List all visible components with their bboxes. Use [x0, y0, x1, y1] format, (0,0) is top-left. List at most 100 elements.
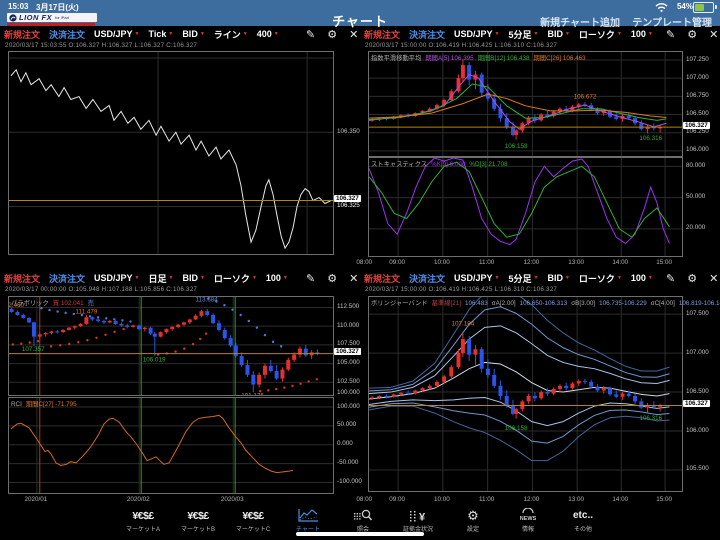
dock-item-news[interactable]: NEWS情報 [502, 508, 554, 533]
pair-dropdown[interactable]: USD/JPY▼ [454, 273, 499, 283]
market-a-icon: ¥€$£ [117, 508, 169, 523]
axis-label: 50.000 [686, 193, 705, 200]
axis-label: 106.350 [337, 128, 360, 135]
dock-item-market-b[interactable]: ¥€$£マーケットB [172, 508, 224, 533]
dock-item-inquiry[interactable]: 照会 [337, 508, 389, 533]
caret-down-icon: ▼ [200, 31, 205, 37]
time-axis-label: 08:00 [349, 259, 379, 266]
chart-type-dropdown[interactable]: ローソク▼ [214, 272, 257, 285]
dock-item-market-a[interactable]: ¥€$£マーケットA [117, 508, 169, 533]
inquiry-icon [337, 508, 389, 523]
bar-count-dropdown[interactable]: 100▼ [631, 273, 653, 283]
axis-label: 50.000 [337, 421, 356, 428]
pair-dropdown[interactable]: USD/JPY▼ [94, 29, 139, 39]
chart-type-dropdown[interactable]: ローソク▼ [579, 272, 622, 285]
chart-1-toolbar-icons: ✎ ⚙ ✕ [306, 27, 358, 41]
side-dropdown[interactable]: BID▼ [547, 273, 569, 283]
current-price-box: 106.327 [683, 400, 710, 407]
bar-count-dropdown[interactable]: 100▼ [631, 29, 653, 39]
chart-3-sub-plot[interactable] [8, 397, 334, 494]
close-chart-icon[interactable]: ✕ [349, 272, 358, 285]
axis-label: 107.000 [686, 74, 709, 81]
dock-label: その他 [557, 524, 609, 533]
new-order-button[interactable]: 新規注文 [364, 272, 400, 285]
chart-2-main-plot[interactable]: 106.672106.158106.316 [368, 51, 683, 157]
chart-3-ohlc-info: 2020/03/17 00:00:00 O:105.948 H:107.188 … [5, 286, 197, 293]
timeframe-dropdown[interactable]: Tick▼ [149, 29, 174, 39]
top-bar: 15:03 3月17日(火) 54% LION FX for iPad チャート… [0, 0, 720, 26]
caret-down-icon: ▼ [617, 31, 622, 37]
axis-label: -50.000 [337, 459, 358, 466]
dock-item-settings[interactable]: ⚙設定 [447, 508, 499, 533]
bar-count-dropdown[interactable]: 100▼ [266, 273, 288, 283]
chart-settings-icon[interactable]: ⚙ [687, 272, 697, 285]
close-order-button[interactable]: 決済注文 [49, 272, 85, 285]
axis-label: 100.000 [337, 403, 360, 410]
chart-1-toolbar: 新規注文決済注文 USD/JPY▼ Tick▼ BID▼ ライン▼ 400▼ [4, 27, 304, 41]
timeframe-dropdown[interactable]: 5分足▼ [509, 272, 539, 285]
close-order-button[interactable]: 決済注文 [409, 28, 445, 41]
axis-label: 106.750 [686, 92, 709, 99]
new-order-button[interactable]: 新規注文 [4, 272, 40, 285]
close-order-button[interactable]: 決済注文 [409, 272, 445, 285]
edit-chart-icon[interactable]: ✎ [306, 28, 315, 41]
side-dropdown[interactable]: BID▼ [182, 273, 204, 283]
chart-3-main-plot[interactable]: 112.460111.479107.357113.684106.019101.1… [8, 296, 334, 396]
chart-4-toolbar-icons: ✎ ⚙ ✕ [666, 271, 718, 285]
side-dropdown[interactable]: BID▼ [182, 29, 204, 39]
close-order-button[interactable]: 決済注文 [49, 28, 85, 41]
battery-percent: 54% [677, 2, 693, 11]
market-b-icon: ¥€$£ [172, 508, 224, 523]
edit-chart-icon[interactable]: ✎ [666, 28, 675, 41]
time-axis-label: 09:00 [382, 496, 412, 503]
chart-type-dropdown[interactable]: ローソク▼ [579, 28, 622, 41]
chart-settings-icon[interactable]: ⚙ [687, 28, 697, 41]
edit-chart-icon[interactable]: ✎ [306, 272, 315, 285]
edit-chart-icon[interactable]: ✎ [666, 272, 675, 285]
price-annotation: 106.316 [639, 415, 662, 422]
chart-4-main-plot[interactable]: 107.184106.158106.316 [368, 296, 683, 492]
time-axis-label: 11:00 [472, 259, 502, 266]
caret-down-icon: ▼ [283, 275, 288, 281]
pair-dropdown[interactable]: USD/JPY▼ [94, 273, 139, 283]
home-indicator[interactable] [296, 532, 424, 536]
new-order-button[interactable]: 新規注文 [364, 28, 400, 41]
caret-down-icon: ▼ [495, 31, 500, 37]
dock-label: 設定 [447, 524, 499, 533]
dock-item-others[interactable]: etc..その他 [557, 508, 609, 533]
axis-label: 0.000 [337, 440, 353, 447]
dock-item-margin-status[interactable]: ¥証拠金状況 [392, 508, 444, 533]
time-axis-label: 09:00 [382, 259, 412, 266]
chart-1-main-plot[interactable] [8, 51, 334, 255]
side-dropdown[interactable]: BID▼ [547, 29, 569, 39]
pair-dropdown[interactable]: USD/JPY▼ [454, 29, 499, 39]
chart-settings-icon[interactable]: ⚙ [327, 272, 337, 285]
current-price-box: 106.327 [334, 195, 361, 202]
axis-label: -100.000 [337, 478, 362, 485]
axis-label: 106.000 [686, 146, 709, 153]
chart-settings-icon[interactable]: ⚙ [327, 28, 337, 41]
margin-status-icon: ¥ [392, 508, 444, 523]
chart-2-sub-indicator-readout: ストキャスティクス%K[9] 6.000%D[3] 21.708 [371, 159, 512, 168]
timeframe-dropdown[interactable]: 日足▼ [149, 272, 174, 285]
time-axis-label: 14:00 [605, 496, 635, 503]
chart-1-ohlc-info: 2020/03/17 15:03:55 O:106.327 H:106.327 … [5, 42, 197, 49]
chart-type-dropdown[interactable]: ライン▼ [214, 28, 248, 41]
dock-label: マーケットA [117, 524, 169, 533]
caret-down-icon: ▼ [565, 31, 570, 37]
new-order-button[interactable]: 新規注文 [4, 28, 40, 41]
chart-2-sub-plot[interactable] [368, 157, 683, 257]
time-axis-label: 12:00 [516, 259, 546, 266]
close-chart-icon[interactable]: ✕ [709, 28, 718, 41]
axis-label: 80.000 [686, 162, 705, 169]
timeframe-dropdown[interactable]: 5分足▼ [509, 28, 539, 41]
time-axis-label: 15:00 [649, 496, 679, 503]
close-chart-icon[interactable]: ✕ [709, 272, 718, 285]
dock-item-chart[interactable]: チャート [282, 508, 334, 533]
settings-icon: ⚙ [447, 508, 499, 523]
axis-label: 100.000 [337, 389, 360, 396]
close-chart-icon[interactable]: ✕ [349, 28, 358, 41]
dock-item-market-c[interactable]: ¥€$£マーケットC [227, 508, 279, 533]
bar-count-dropdown[interactable]: 400▼ [257, 29, 279, 39]
chart-2-indicator-readout: 指数平滑移動平均期間A[5] 106.395期間B[12] 106.438期間C… [371, 53, 590, 62]
